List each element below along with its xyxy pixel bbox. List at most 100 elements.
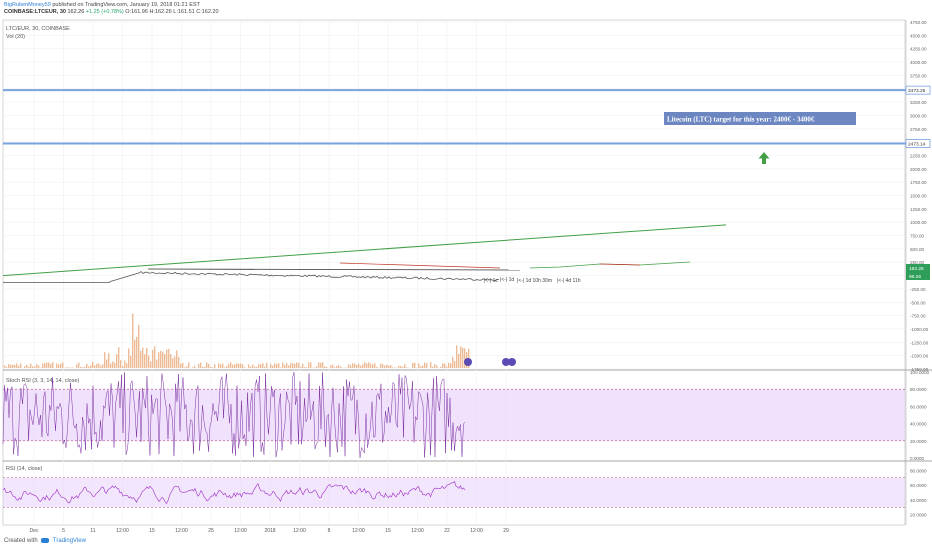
volume-bar — [66, 367, 68, 368]
rsi-tick-label: 20.0000 — [910, 513, 927, 518]
y-tick-label: -750.00 — [910, 314, 926, 319]
volume-bar — [188, 362, 190, 368]
annotation-text: Litecoin (LTC) target for this year: 240… — [667, 116, 815, 124]
volume-bar — [310, 362, 312, 368]
stoch-band — [3, 389, 905, 441]
volume-bar — [14, 364, 16, 368]
volume-bar — [122, 366, 124, 368]
event-marker-icon — [508, 358, 516, 366]
volume-bar — [18, 365, 20, 368]
event-markers[interactable] — [464, 358, 516, 366]
volume-bar — [244, 367, 246, 368]
y-tick-label: -500.00 — [910, 300, 926, 305]
volume-bar — [48, 362, 50, 368]
volume-bar — [370, 363, 372, 368]
volume-bar — [192, 367, 194, 368]
volume-bar — [366, 363, 368, 368]
volume-bar — [278, 363, 280, 368]
y-tick-label: 3750.00 — [910, 73, 927, 78]
y-tick-label: 500.00 — [910, 247, 924, 252]
volume-bar — [84, 366, 86, 368]
up-arrow-icon — [758, 152, 770, 164]
main-legend: LTC/EUR, 30, COINBASE — [6, 26, 70, 32]
volume-bar — [336, 366, 338, 368]
volume-bar — [44, 363, 46, 368]
rsi-tick-label: 80.0000 — [910, 468, 927, 473]
volume-bar — [220, 364, 222, 368]
x-tick-label: 15 — [385, 528, 391, 534]
trendline — [2, 224, 727, 277]
measure-labels: |<-| 1c |<-| 1d |<-| 1d 10h 30m |<-| 4d … — [484, 277, 581, 284]
volume-bar — [230, 362, 232, 368]
volume-bar — [316, 366, 318, 368]
volume-bar — [450, 363, 452, 368]
volume-bar — [458, 353, 460, 368]
volume-bar — [286, 363, 288, 368]
volume-bar — [380, 363, 382, 368]
volume-bar — [270, 363, 272, 368]
volume-bar — [234, 364, 236, 368]
y-tick-label: 2250.00 — [910, 153, 927, 158]
volume-bar — [398, 365, 400, 368]
volume-bar — [432, 366, 434, 368]
volume-bar — [204, 366, 206, 368]
last-price-label: 96.26 — [909, 274, 921, 280]
volume-bar — [258, 364, 260, 368]
volume-bar — [368, 362, 370, 368]
volume-bar — [178, 356, 180, 368]
target-annotation[interactable]: Litecoin (LTC) target for this year: 240… — [664, 112, 856, 125]
volume-bar — [264, 366, 266, 368]
rsi-tick-label: 60.0000 — [910, 483, 927, 488]
volume-bar — [176, 350, 178, 368]
price-axis: 4750.004500.004250.004000.003750.003500.… — [905, 20, 931, 518]
volume-bar — [288, 365, 290, 368]
volume-bar — [320, 362, 322, 368]
stoch-tick-label: 40.0000 — [910, 422, 927, 427]
volume-bar — [318, 362, 320, 368]
volume-bar — [302, 363, 304, 368]
chart-canvas[interactable]: 4750.004500.004250.004000.003750.003500.… — [0, 0, 932, 550]
y-tick-label: 1000.00 — [910, 220, 927, 225]
stoch-tick-label: 20.0000 — [910, 439, 927, 444]
volume-bar — [354, 363, 356, 368]
volume-bar — [422, 365, 424, 368]
volume-bar — [324, 366, 326, 368]
volume-bar — [434, 364, 436, 368]
tradingview-logo-icon — [41, 538, 50, 543]
volume-bar — [90, 365, 92, 368]
volume-bar — [78, 362, 80, 368]
measure-label: |<-| 1d 10h 30m — [517, 278, 552, 284]
volume-bar — [294, 363, 296, 368]
volume-bar — [262, 363, 264, 368]
volume-bar — [80, 366, 82, 368]
volume-bar — [452, 356, 454, 368]
tradingview-brand[interactable]: TradingView — [53, 538, 86, 544]
volume-bar — [440, 366, 442, 368]
volume-bar — [454, 361, 456, 368]
volume-bar — [62, 362, 64, 368]
stoch-tick-label: 80.0000 — [910, 387, 927, 392]
volume-bar — [128, 348, 130, 368]
volume-bar — [402, 366, 404, 368]
volume-bar — [138, 324, 140, 368]
volume-bar — [426, 363, 428, 368]
volume-bar — [94, 365, 96, 368]
volume-bar — [460, 346, 462, 368]
rsi-pane — [2, 477, 905, 508]
volume-bar — [118, 347, 120, 368]
volume-bar — [338, 365, 340, 368]
last-price-label: 162.26 — [909, 266, 924, 272]
volume-legend: Vol (20) — [6, 34, 25, 40]
volume-bar — [24, 366, 26, 368]
volume-bar — [266, 362, 268, 368]
volume-bar — [158, 352, 160, 368]
volume-bar — [174, 356, 176, 368]
stoch-legend: Stoch RSI (3, 3, 14, 14, close) — [6, 378, 80, 384]
y-tick-label: 1250.00 — [910, 207, 927, 212]
volume-bar — [280, 367, 282, 368]
volume-bar — [162, 351, 164, 368]
volume-bar — [236, 363, 238, 368]
volume-bar — [116, 354, 118, 368]
volume-bar — [164, 354, 166, 368]
stoch-rsi-pane — [2, 372, 905, 458]
